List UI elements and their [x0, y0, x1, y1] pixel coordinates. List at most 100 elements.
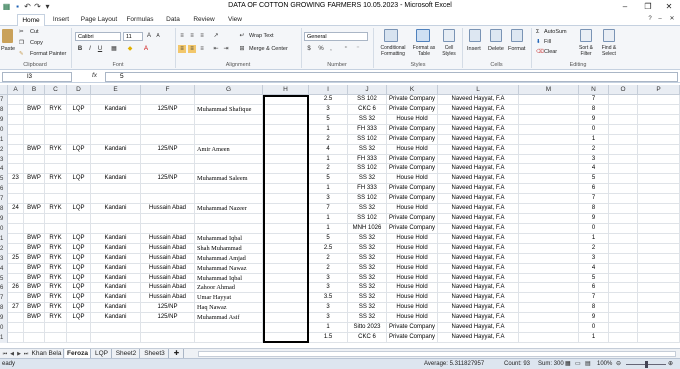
cell-d[interactable]: LQP — [67, 313, 91, 324]
cell-o[interactable] — [609, 144, 638, 155]
cell-m[interactable] — [519, 293, 579, 304]
cell-m[interactable] — [519, 194, 579, 205]
next-sheet-icon[interactable]: ▶ — [16, 350, 22, 358]
cell-o[interactable] — [609, 293, 638, 304]
cell-i[interactable]: 2.5 — [309, 243, 348, 254]
cell-f[interactable]: Hussain Abad — [141, 233, 195, 244]
cell-g[interactable] — [195, 323, 263, 334]
comma-button[interactable]: , — [327, 45, 335, 53]
cell-d[interactable]: LQP — [67, 293, 91, 304]
cut-button[interactable]: Cut — [30, 28, 39, 36]
cell-d[interactable] — [67, 223, 91, 234]
cell-n[interactable]: 9 — [579, 313, 609, 324]
cell-e[interactable] — [91, 134, 141, 145]
cell-o[interactable] — [609, 243, 638, 254]
cell-a[interactable]: 25 — [8, 253, 24, 264]
cell-j[interactable]: SS 102 — [348, 164, 387, 175]
cell-e[interactable] — [91, 154, 141, 165]
cell-k[interactable]: Private Company — [387, 95, 438, 105]
cell-a[interactable]: 24 — [8, 204, 24, 215]
column-header-a[interactable]: A — [8, 85, 24, 95]
cell-p[interactable] — [638, 124, 680, 135]
cell-j[interactable]: SS 32 — [348, 243, 387, 254]
align-right-icon[interactable]: ≡ — [198, 45, 206, 53]
insert-function-button[interactable]: fx — [92, 72, 97, 79]
cell-o[interactable] — [609, 283, 638, 294]
cell-a[interactable] — [8, 184, 24, 195]
cell-l[interactable]: Naveed Hayyat, F.A — [438, 233, 519, 244]
cell-i[interactable]: 5 — [309, 233, 348, 244]
cell-g[interactable] — [195, 164, 263, 175]
cell-i[interactable]: 5 — [309, 114, 348, 125]
cell-m[interactable] — [519, 303, 579, 314]
cell-c[interactable] — [45, 194, 67, 205]
cell-f[interactable] — [141, 184, 195, 195]
cell-g[interactable]: Muhammad Amjad — [195, 253, 263, 264]
cell-c[interactable]: RYK — [45, 233, 67, 244]
cell-d[interactable] — [67, 333, 91, 343]
cell-d[interactable] — [67, 124, 91, 135]
italic-icon[interactable]: I — [86, 45, 94, 53]
cell-p[interactable] — [638, 333, 680, 343]
cell-styles-icon[interactable] — [443, 29, 455, 42]
cell-c[interactable]: RYK — [45, 144, 67, 155]
column-header-e[interactable]: E — [91, 85, 141, 95]
zoom-level[interactable]: 100% — [597, 359, 612, 369]
cell-f[interactable]: Hussain Abad — [141, 253, 195, 264]
cell-a[interactable] — [8, 243, 24, 254]
cell-i[interactable]: 2 — [309, 164, 348, 175]
cell-o[interactable] — [609, 164, 638, 175]
row-header[interactable]: 5 — [0, 174, 8, 185]
cell-f[interactable] — [141, 114, 195, 125]
cell-p[interactable] — [638, 243, 680, 254]
cell-i[interactable]: 2 — [309, 253, 348, 264]
cell-styles-button[interactable]: Cell Styles — [438, 45, 460, 57]
cut-icon[interactable]: ✂ — [19, 28, 24, 36]
cell-g[interactable]: Muhammad Iqbal — [195, 273, 263, 284]
cell-b[interactable]: BWP — [24, 313, 45, 324]
cell-f[interactable]: Hussain Abad — [141, 243, 195, 254]
normal-view-icon[interactable]: ▦ — [565, 359, 571, 369]
cell-d[interactable]: LQP — [67, 273, 91, 284]
name-box[interactable]: I3 — [2, 72, 72, 82]
cell-e[interactable]: Kandani — [91, 273, 141, 284]
cell-b[interactable] — [24, 323, 45, 334]
cell-k[interactable]: House Hold — [387, 144, 438, 155]
cell-f[interactable] — [141, 333, 195, 343]
cell-m[interactable] — [519, 114, 579, 125]
cell-f[interactable]: 125/NP — [141, 313, 195, 324]
cell-i[interactable]: 1.5 — [309, 333, 348, 343]
cell-c[interactable]: RYK — [45, 283, 67, 294]
cell-d[interactable]: LQP — [67, 104, 91, 115]
cell-l[interactable]: Naveed Hayyat, F.A — [438, 293, 519, 304]
cell-a[interactable] — [8, 313, 24, 324]
cell-g[interactable] — [195, 333, 263, 343]
row-header[interactable]: 6 — [0, 283, 8, 294]
wrap-text-icon[interactable]: ↵ — [238, 32, 246, 40]
row-header[interactable]: 3 — [0, 154, 8, 165]
cell-b[interactable]: BWP — [24, 293, 45, 304]
cell-m[interactable] — [519, 204, 579, 215]
page-break-view-icon[interactable]: ▤ — [585, 359, 591, 369]
cell-f[interactable] — [141, 214, 195, 224]
cell-i[interactable]: 1 — [309, 214, 348, 224]
last-sheet-icon[interactable]: ⏭ — [23, 350, 29, 358]
cell-l[interactable]: Naveed Hayyat, F.A — [438, 263, 519, 274]
cell-j[interactable]: FH 333 — [348, 124, 387, 135]
cell-m[interactable] — [519, 253, 579, 264]
cell-k[interactable]: House Hold — [387, 283, 438, 294]
cell-a[interactable] — [8, 263, 24, 274]
sheet-tab-sheet2[interactable]: Sheet2 — [113, 349, 140, 358]
cell-c[interactable] — [45, 134, 67, 145]
cell-m[interactable] — [519, 273, 579, 284]
cell-p[interactable] — [638, 114, 680, 125]
cell-b[interactable] — [24, 214, 45, 224]
cell-j[interactable]: Sitto 2023 — [348, 323, 387, 334]
cell-l[interactable]: Naveed Hayyat, F.A — [438, 223, 519, 234]
cell-l[interactable]: Naveed Hayyat, F.A — [438, 134, 519, 145]
cell-b[interactable]: BWP — [24, 144, 45, 155]
cell-m[interactable] — [519, 263, 579, 274]
cell-c[interactable]: RYK — [45, 104, 67, 115]
fill-icon[interactable]: ⬇ — [536, 38, 541, 46]
cell-m[interactable] — [519, 243, 579, 254]
